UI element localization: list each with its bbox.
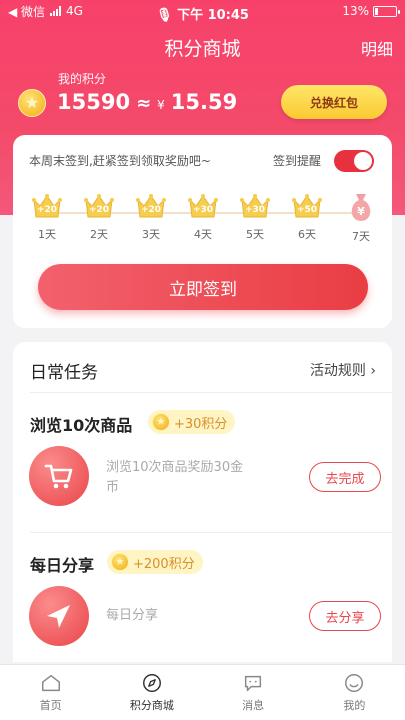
my-points-label: 我的积分 (58, 72, 107, 86)
signin-remind-label: 签到提醒 (273, 154, 322, 168)
day-3[interactable]: +20 3天 (133, 190, 169, 242)
bottom-tab-bar: 首页 积分商城 消息 我的 (0, 664, 405, 720)
go-share-button[interactable]: 去分享 (309, 601, 381, 631)
battery-icon (373, 5, 400, 17)
mic-icon: 🎙 (156, 8, 173, 23)
signin-tip: 本周末签到,赶紧签到领取奖励吧~ (29, 154, 211, 168)
points-number: 15590 (57, 90, 131, 114)
divider (30, 532, 392, 533)
details-link[interactable]: 明细 (361, 36, 393, 60)
approx-sign: ≈ (136, 93, 152, 114)
tab-points-mall[interactable]: 积分商城 (101, 665, 202, 720)
task-description: 每日分享 (106, 608, 159, 623)
signin-now-button[interactable]: 立即签到 (38, 264, 368, 310)
status-bar: ◀ 微信 4G 🎙 下午 10:45 13% (0, 0, 405, 23)
crown-icon: +50 (291, 190, 323, 222)
task-reward-badge: +30积分 (148, 410, 236, 434)
signin-card: 本周末签到,赶紧签到领取奖励吧~ 签到提醒 +20 1天 +20 2天 +20 … (13, 135, 392, 328)
crown-icon: +20 (31, 190, 63, 222)
crown-icon: +20 (135, 190, 167, 222)
share-icon (29, 586, 89, 646)
money-bag-icon: ¥ (345, 190, 377, 224)
day-2[interactable]: +20 2天 (81, 190, 117, 242)
signin-days: +20 1天 +20 2天 +20 3天 +30 4天 +30 5天 +50 6… (29, 190, 379, 250)
daily-tasks-title: 日常任务 (30, 363, 98, 383)
signin-remind-toggle[interactable] (334, 150, 374, 172)
message-icon (245, 675, 262, 692)
coin-icon (111, 553, 129, 571)
profile-icon (345, 674, 364, 692)
divider (30, 392, 392, 393)
cart-icon (29, 446, 89, 506)
crown-icon: +20 (83, 190, 115, 222)
task-name: 每日分享 (30, 556, 95, 575)
yen-sign: ¥ (157, 98, 165, 112)
day-1[interactable]: +20 1天 (29, 190, 65, 242)
crown-icon: +30 (239, 190, 271, 222)
task-name: 浏览10次商品 (30, 416, 133, 435)
task-description: 浏览10次商品奖励30金 币 (106, 460, 244, 495)
daily-tasks-card: 日常任务 活动规则 › 浏览10次商品 +30积分 浏览10次商品奖励30金 币… (13, 342, 392, 662)
task-reward-badge: +200积分 (107, 550, 203, 574)
coin-icon (152, 413, 170, 431)
tab-profile[interactable]: 我的 (304, 665, 405, 720)
tab-messages[interactable]: 消息 (203, 665, 304, 720)
day-5[interactable]: +30 5天 (237, 190, 273, 242)
points-value: 15590 ≈ ¥ 15.59 (57, 90, 237, 114)
battery-percent: 13% (342, 4, 369, 18)
page-title: 积分商城 (164, 38, 241, 60)
day-7[interactable]: ¥ 7天 (343, 190, 379, 244)
tab-home[interactable]: 首页 (0, 665, 101, 720)
day-4[interactable]: +30 4天 (185, 190, 221, 242)
points-money: 15.59 (170, 90, 238, 114)
activity-rules-link[interactable]: 活动规则 › (310, 360, 376, 380)
go-complete-button[interactable]: 去完成 (309, 462, 381, 492)
exchange-red-packet-button[interactable]: 兑换红包 (281, 85, 387, 119)
coin-icon (18, 89, 46, 117)
crown-icon: +30 (187, 190, 219, 222)
day-6[interactable]: +50 6天 (289, 190, 325, 242)
compass-icon (142, 674, 161, 692)
home-icon (41, 674, 60, 692)
toggle-knob (354, 152, 372, 170)
